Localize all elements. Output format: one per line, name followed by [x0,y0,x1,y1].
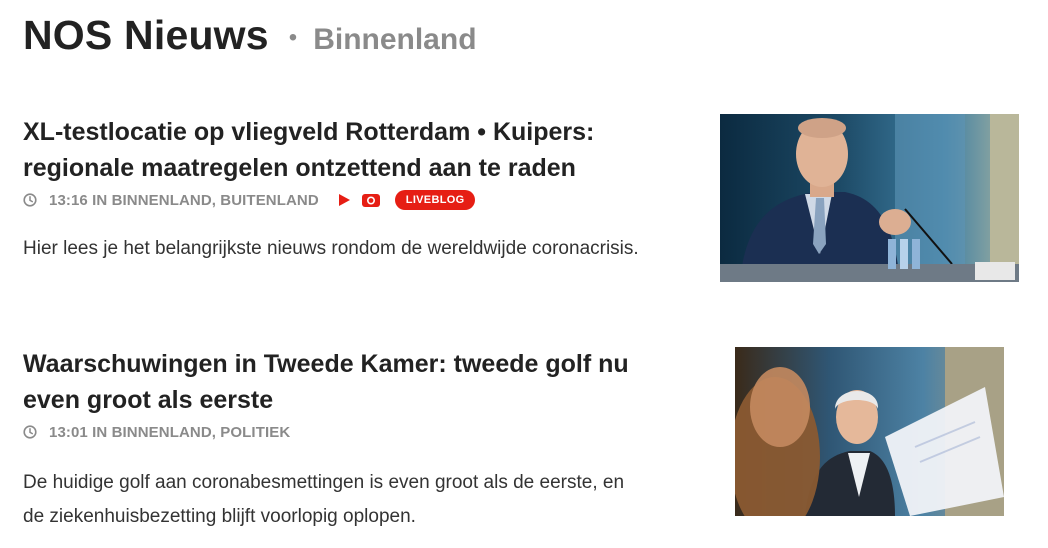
site-brand[interactable]: NOS Nieuws [23,12,269,59]
minister-photo [720,114,1019,282]
clock-icon [23,193,37,207]
article-title[interactable]: XL-testlocatie op vliegveld Rotterdam • … [23,114,683,186]
liveblog-badge[interactable]: LIVEBLOG [394,190,476,210]
section-title[interactable]: Binnenland [313,23,476,57]
article-meta-text: 13:01 IN BINNENLAND, POLITIEK [49,423,291,441]
article-lede: Hier lees je het belangrijkste nieuws ro… [23,238,639,259]
header-separator: • [288,24,298,51]
article-image[interactable] [735,347,1004,516]
parliament-photo [735,347,1004,516]
clock-icon [23,425,37,439]
article-meta-text: 13:16 IN BINNENLAND, BUITENLAND [49,191,319,209]
article-lede: De huidige golf aan coronabesmettingen i… [23,472,625,527]
play-icon [338,194,350,206]
site-header: NOS Nieuws • Binnenland [23,12,477,59]
article-image[interactable] [720,114,1019,282]
camera-icon [361,194,380,207]
article-title[interactable]: Waarschuwingen in Tweede Kamer: tweede g… [23,346,683,418]
